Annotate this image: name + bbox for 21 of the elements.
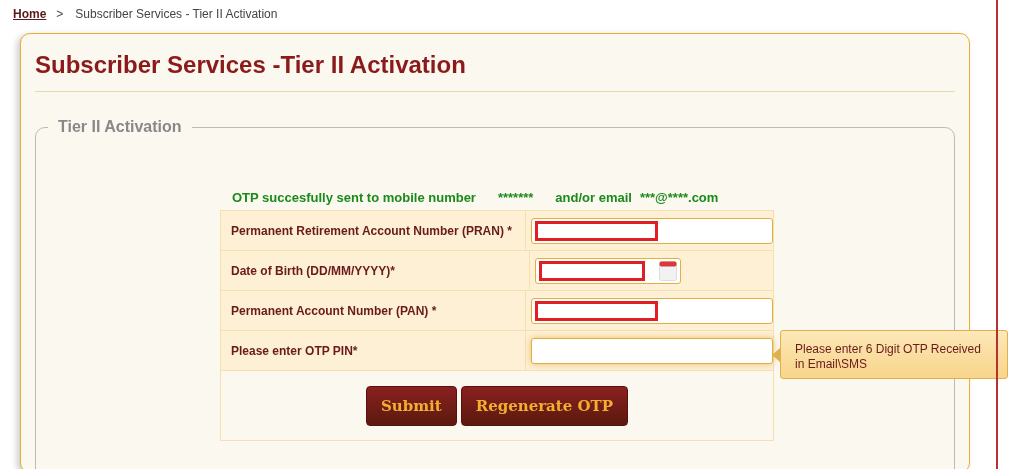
masked-email: ***@****.com xyxy=(639,190,719,205)
field-label: Permanent Account Number (PAN) * xyxy=(231,303,437,318)
tooltip-pointer xyxy=(772,348,780,362)
input-field[interactable] xyxy=(531,217,773,244)
page-title: Subscriber Services -Tier II Activation xyxy=(35,48,955,92)
tooltip: Please enter 6 Digit OTP Received in Email\SMS xyxy=(780,330,1008,379)
otp-message: OTP succesfully sent to mobile number xyxy=(232,190,476,205)
masked-mobile: ******* xyxy=(497,190,534,205)
input-field[interactable] xyxy=(535,257,681,284)
otp-message: and/or email xyxy=(555,190,632,205)
field-label: Permanent Retirement Account Number (PRAN) * xyxy=(231,223,512,238)
input-field[interactable] xyxy=(531,297,773,324)
submit-button[interactable]: Submit xyxy=(365,386,457,426)
calendar-icon[interactable] xyxy=(659,260,677,281)
breadcrumb-current: Subscriber Services - Tier II Activation xyxy=(75,7,278,21)
regenerate-button[interactable]: Regenerate OTP xyxy=(460,386,629,426)
breadcrumb-separator: > xyxy=(56,7,64,21)
field-label: Date of Birth (DD/MM/YYYY)* xyxy=(231,263,395,278)
field-label: Please enter OTP PIN* xyxy=(231,343,358,358)
home-link[interactable]: Home xyxy=(13,7,47,21)
input-field[interactable] xyxy=(531,337,773,364)
